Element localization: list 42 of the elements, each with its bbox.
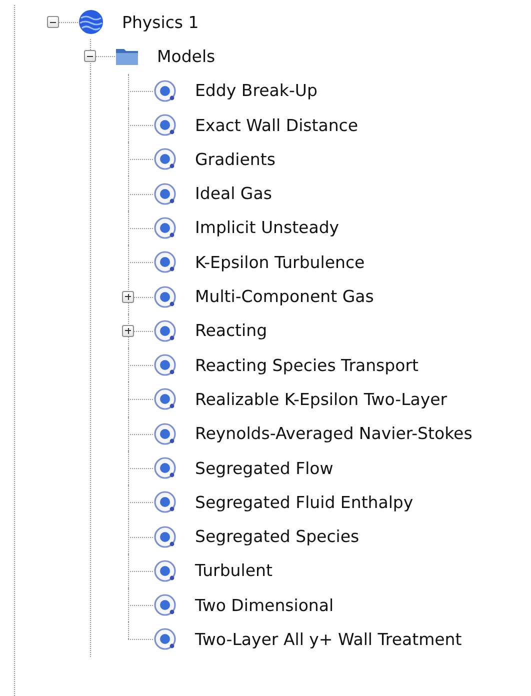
tree-item-label[interactable]: Reynolds-Averaged Navier-Stokes — [195, 424, 472, 444]
model-icon — [153, 182, 177, 206]
model-icon — [153, 524, 177, 549]
expand-toggle[interactable] — [122, 290, 134, 303]
model-icon — [153, 456, 177, 480]
tree-item-label[interactable]: Reacting Species Transport — [195, 356, 418, 375]
model-icon — [153, 284, 177, 309]
tree-item-label[interactable]: K-Epsilon Turbulence — [195, 252, 365, 272]
model-icon — [153, 593, 177, 618]
model-icon — [153, 250, 177, 274]
collapse-toggle[interactable] — [84, 50, 96, 62]
tree-item-label[interactable]: Exact Wall Distance — [195, 116, 358, 135]
tree-item-label[interactable]: Segregated Fluid Enthalpy — [195, 492, 414, 512]
tree-item-label[interactable]: Two Dimensional — [195, 596, 334, 615]
model-icon — [153, 387, 177, 412]
globe-wave-icon — [78, 9, 104, 36]
model-icon — [153, 627, 177, 652]
model-icon — [153, 113, 177, 138]
model-icon — [153, 78, 177, 103]
folder-icon — [115, 46, 139, 66]
model-icon — [153, 216, 177, 240]
tree-item-label[interactable]: Two-Layer All y+ Wall Treatment — [195, 630, 462, 649]
tree-item-label[interactable]: Segregated Flow — [195, 458, 334, 478]
model-icon — [153, 353, 177, 378]
tree-item-label[interactable]: Reacting — [195, 321, 268, 340]
collapse-toggle[interactable] — [47, 16, 59, 28]
tree-item-label[interactable]: Ideal Gas — [195, 184, 272, 204]
model-icon — [153, 558, 177, 583]
model-icon — [153, 318, 177, 343]
expand-toggle[interactable] — [122, 324, 134, 337]
tree-item-label[interactable]: Implicit Unsteady — [195, 218, 340, 238]
model-icon — [153, 490, 177, 514]
tree-item-label[interactable]: Multi-Component Gas — [195, 287, 374, 306]
tree-item-label[interactable]: Realizable K-Epsilon Two-Layer — [195, 390, 448, 409]
tree-item-label[interactable]: Gradients — [195, 150, 276, 169]
tree-item-label[interactable]: Turbulent — [195, 561, 272, 580]
tree-item-label[interactable]: Eddy Break-Up — [195, 81, 318, 100]
model-icon — [153, 147, 177, 172]
tree-item-label[interactable]: Segregated Species — [195, 527, 360, 546]
model-icon — [153, 422, 177, 446]
tree-item-label[interactable]: Physics 1 — [122, 12, 199, 32]
tree-item-label[interactable]: Models — [157, 46, 216, 66]
